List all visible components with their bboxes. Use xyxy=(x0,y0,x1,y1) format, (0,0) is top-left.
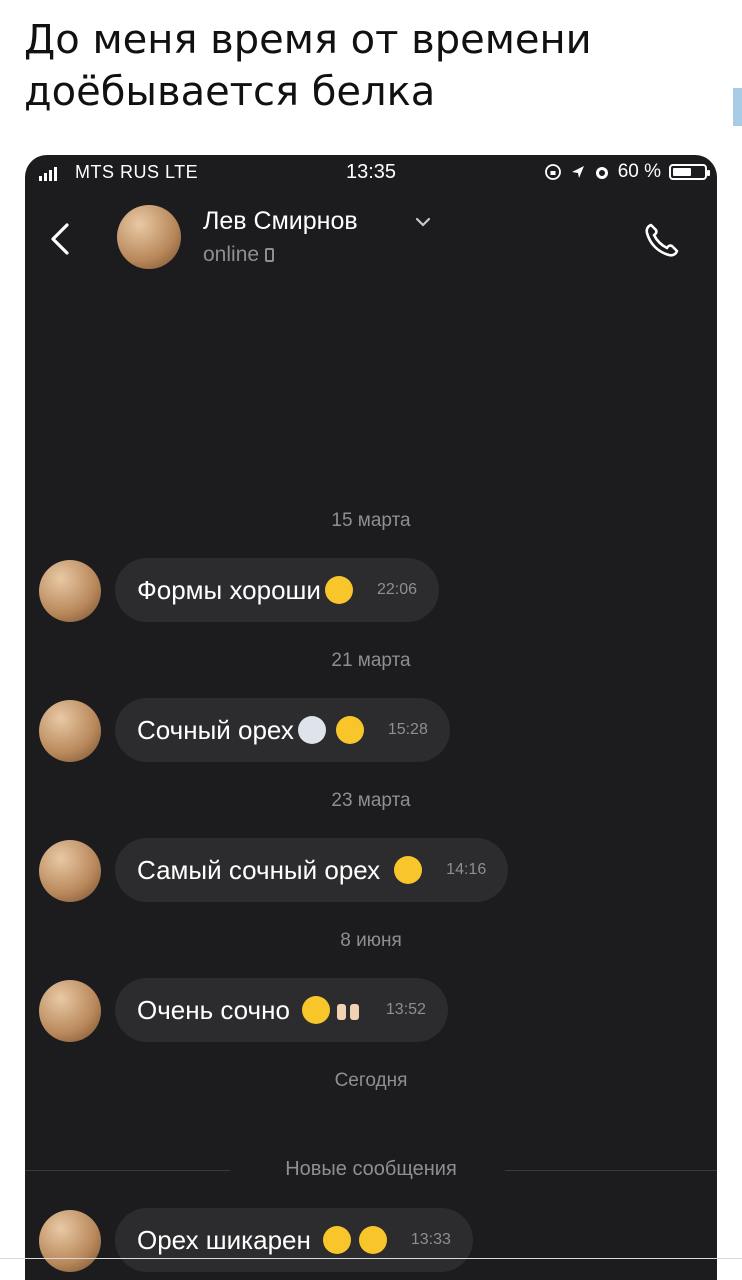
yum-emoji-icon xyxy=(301,996,330,1024)
message-time: 13:52 xyxy=(385,1001,426,1018)
relieved-emoji-icon xyxy=(358,1226,387,1254)
message-avatar[interactable] xyxy=(39,840,101,902)
message-time: 22:06 xyxy=(376,581,417,598)
message-avatar[interactable] xyxy=(39,560,101,622)
battery-percent: 60 % xyxy=(617,161,661,182)
message-bubble[interactable]: Орех шикарен 13:33 xyxy=(115,1208,473,1272)
bottom-divider xyxy=(0,1258,742,1259)
orientation-lock-icon xyxy=(544,164,561,180)
message-text: Очень сочно xyxy=(137,994,290,1025)
date-separator: 23 марта xyxy=(331,790,411,811)
heart-eyes-emoji-icon xyxy=(394,856,423,884)
mobile-device-icon xyxy=(265,248,275,262)
date-separator: 21 марта xyxy=(331,650,411,671)
status-right-group: 60 % xyxy=(544,161,710,183)
online-label: online xyxy=(203,243,260,266)
new-messages-label: Новые сообщения xyxy=(285,1158,457,1180)
chevron-left-icon[interactable] xyxy=(45,219,75,259)
contact-status: online xyxy=(203,243,275,267)
status-bar: MTS RUS LTE 13:35 60 % xyxy=(25,155,717,191)
raised-hands-emoji-icon xyxy=(334,996,362,1024)
battery-level-fill xyxy=(673,168,691,176)
chevron-down-icon[interactable] xyxy=(415,217,431,227)
tweet-title: До меня время от времени доёбывается бел… xyxy=(24,17,592,115)
message-bubble[interactable]: Сочный орех 15:28 xyxy=(115,698,450,762)
message-bubble[interactable]: Формы хороши 22:06 xyxy=(115,558,439,622)
heart-eyes-emoji-icon xyxy=(335,716,364,744)
phone-icon[interactable] xyxy=(639,217,685,263)
message-bubble[interactable]: Самый сочный орех 14:16 xyxy=(115,838,509,902)
alarm-icon xyxy=(595,167,608,179)
scream-emoji-icon xyxy=(297,716,326,744)
message-avatar[interactable] xyxy=(39,700,101,762)
scroll-accent-bar xyxy=(733,88,742,126)
smirk-emoji-icon xyxy=(324,576,353,604)
date-separator: 8 июня xyxy=(340,930,402,951)
message-avatar[interactable] xyxy=(39,980,101,1042)
yum-emoji-icon xyxy=(322,1226,351,1254)
message-text: Сочный орех xyxy=(137,714,294,745)
date-separator: 15 марта xyxy=(331,510,411,531)
message-time: 13:33 xyxy=(410,1231,451,1248)
message-text: Орех шикарен xyxy=(137,1224,311,1255)
message-time: 14:16 xyxy=(446,861,487,878)
date-separator: Сегодня xyxy=(334,1070,408,1091)
location-arrow-icon xyxy=(571,166,584,178)
contact-name[interactable]: Лев Смирнов xyxy=(203,207,358,236)
message-text: Формы хороши xyxy=(137,574,321,605)
chat-screenshot: MTS RUS LTE 13:35 60 % Лев Смирнов onlin… xyxy=(25,155,717,1280)
battery-icon xyxy=(669,164,710,180)
message-avatar[interactable] xyxy=(39,1210,101,1272)
message-text: Самый сочный орех xyxy=(137,854,381,885)
contact-avatar[interactable] xyxy=(117,205,181,269)
message-time: 15:28 xyxy=(387,721,428,738)
message-bubble[interactable]: Очень сочно 13:52 xyxy=(115,978,448,1042)
